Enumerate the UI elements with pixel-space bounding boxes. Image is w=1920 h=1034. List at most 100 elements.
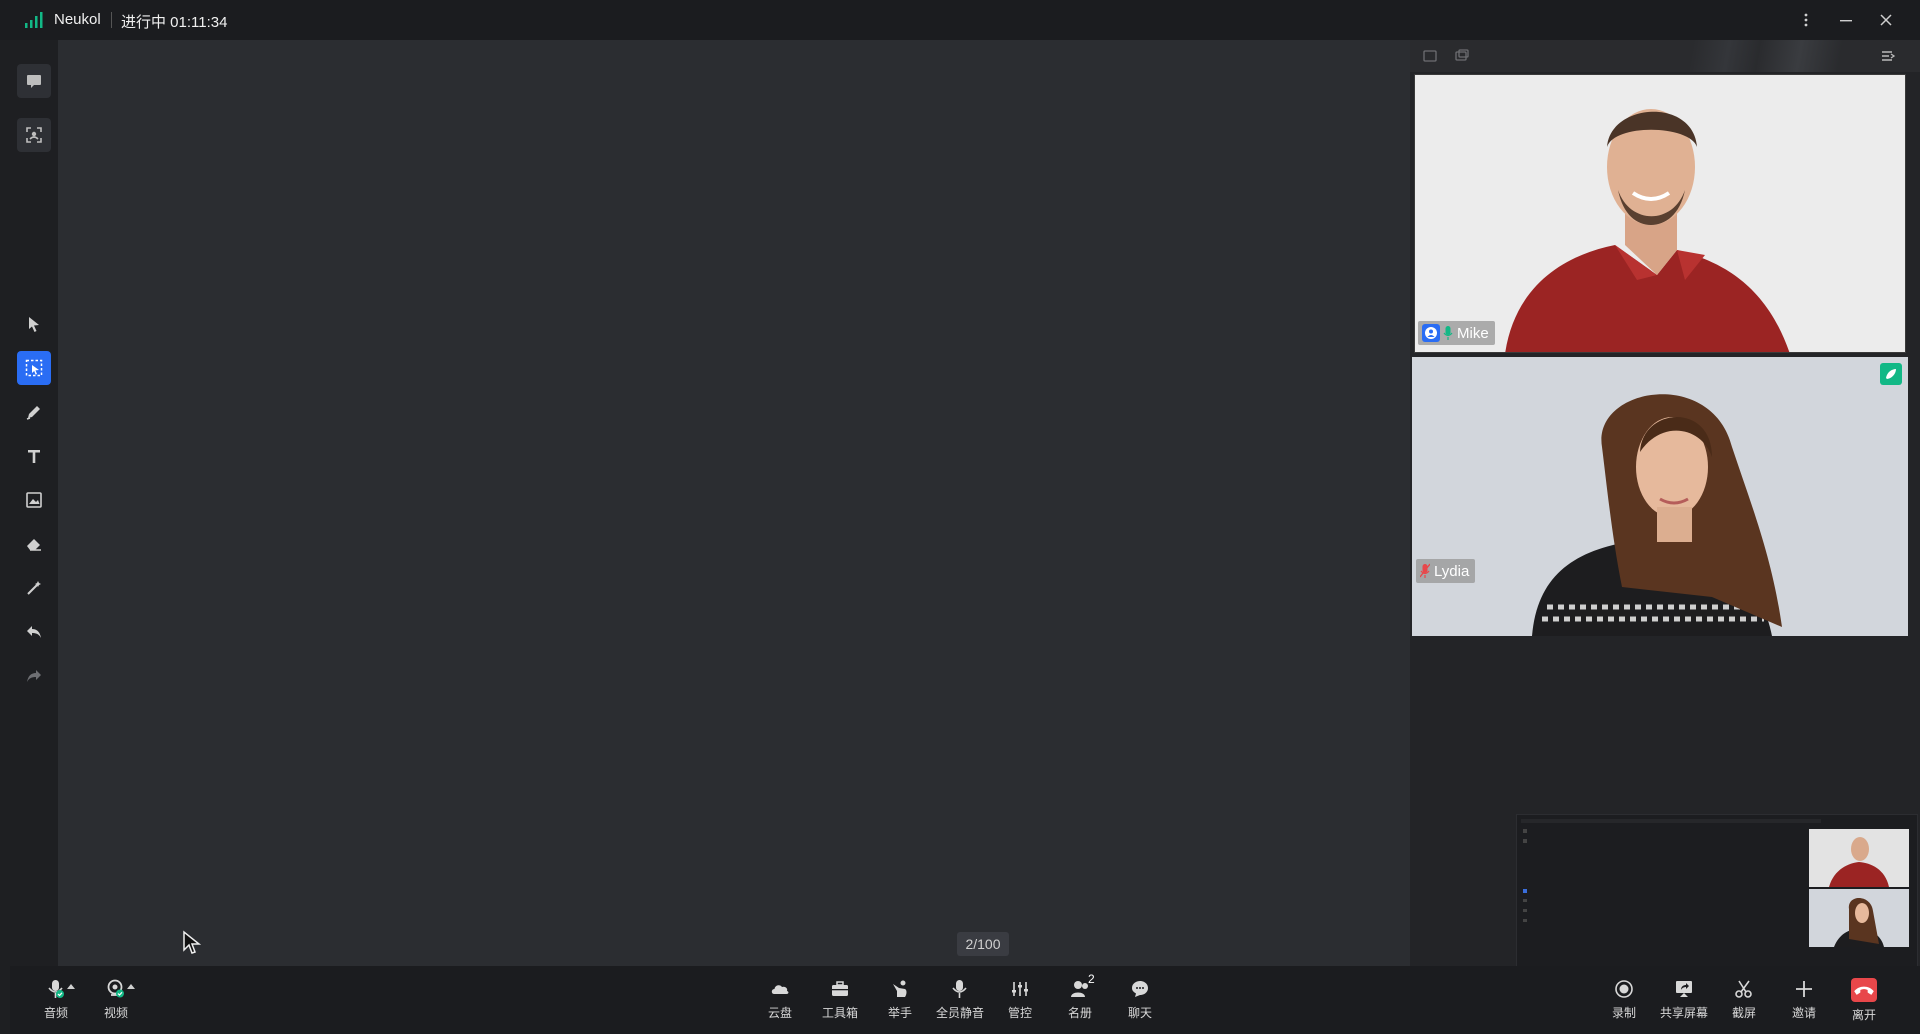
close-icon: [1880, 14, 1892, 26]
leave-label: 离开: [1851, 1008, 1876, 1022]
share-screen-icon: [1676, 981, 1692, 997]
controls-icon: [1012, 982, 1028, 996]
region-select-icon: [25, 359, 43, 377]
mouse-cursor-icon: [183, 930, 202, 954]
meeting-status: 进行中 01:11:34: [121, 14, 228, 31]
more-icon: [1804, 13, 1808, 27]
screenshot-button[interactable]: 截屏: [1716, 978, 1772, 1021]
gallery-view-icon[interactable]: [1422, 48, 1438, 64]
record-button[interactable]: 录制: [1596, 978, 1652, 1021]
face-frame-tool[interactable]: [17, 118, 51, 152]
image-tool[interactable]: [17, 483, 51, 517]
participant-name-lydia: Lydia: [1434, 562, 1470, 580]
select-tool[interactable]: [17, 307, 51, 341]
undo-icon: [27, 626, 41, 638]
roster-button[interactable]: 2 名册: [1052, 972, 1108, 1021]
mic-muted-icon: [1420, 563, 1430, 578]
video-label: 视频: [103, 1006, 128, 1020]
mute-all-label: 全员静音: [935, 1006, 984, 1020]
leave-button[interactable]: 离开: [1836, 978, 1892, 1023]
pen-tool[interactable]: [17, 395, 51, 429]
minimize-icon: [1840, 20, 1852, 22]
more-button[interactable]: [1792, 6, 1820, 34]
raise-hand-label: 举手: [887, 1006, 912, 1020]
text-tool[interactable]: [17, 439, 51, 473]
title-bar: Neukol 进行中 01:11:34: [0, 0, 1920, 40]
whiteboard-canvas[interactable]: [58, 40, 1410, 966]
title-divider: [111, 12, 112, 28]
eraser-tool[interactable]: [17, 527, 51, 561]
toolbox-label: 工具箱: [821, 1006, 858, 1020]
host-avatar-icon: [1422, 324, 1440, 342]
cloud-drive-button[interactable]: 云盘: [752, 978, 808, 1021]
mic-on-icon: [1443, 326, 1453, 340]
app-name: Neukol: [54, 11, 101, 28]
text-icon: [28, 450, 40, 463]
minimize-button[interactable]: [1832, 6, 1860, 34]
participant-name-mike: Mike: [1457, 324, 1489, 342]
cloud-icon: [771, 985, 789, 994]
signal-icon: [25, 12, 43, 28]
audio-label: 音频: [43, 1006, 68, 1020]
audio-button[interactable]: 音频: [28, 978, 84, 1021]
toolbox-icon: [832, 981, 848, 996]
magic-wand-icon: [27, 581, 41, 595]
close-button[interactable]: [1872, 6, 1900, 34]
audio-caret-icon[interactable]: [67, 984, 75, 989]
roster-label: 名册: [1067, 1006, 1092, 1020]
chat-button[interactable]: 聊天: [1112, 978, 1168, 1021]
collapse-panel-icon[interactable]: [1880, 48, 1896, 64]
roster-count: 2: [1088, 972, 1095, 986]
mini-thumb-lydia: [1809, 889, 1909, 947]
screen-chat-tool[interactable]: [17, 64, 51, 98]
share-screen-label: 共享屏幕: [1659, 1006, 1708, 1020]
leave-icon: [1851, 978, 1877, 1002]
invite-label: 邀请: [1791, 1006, 1816, 1020]
raise-hand-button[interactable]: 举手: [872, 978, 928, 1021]
raise-hand-icon: [893, 980, 907, 997]
screenshot-label: 截屏: [1731, 1006, 1756, 1020]
video-tile-lydia[interactable]: Lydia: [1412, 357, 1908, 636]
undo-tool[interactable]: [17, 615, 51, 649]
mic-icon: [48, 980, 64, 998]
record-icon: [1615, 980, 1633, 998]
chat-icon: [1132, 981, 1148, 997]
video-caret-icon[interactable]: [127, 984, 135, 989]
invite-button[interactable]: 邀请: [1776, 978, 1832, 1021]
share-screen-button[interactable]: 共享屏幕: [1656, 978, 1712, 1021]
redo-tool[interactable]: [17, 659, 51, 693]
region-select-tool[interactable]: [17, 351, 51, 385]
pen-icon: [26, 406, 40, 420]
mute-all-icon: [952, 980, 967, 998]
screenshot-icon: [1735, 980, 1752, 998]
mini-thumb-mike: [1809, 829, 1909, 887]
magic-wand-tool[interactable]: [17, 571, 51, 605]
toolbox-button[interactable]: 工具箱: [812, 978, 868, 1021]
participant-video-mike: [1415, 75, 1905, 352]
name-tag-lydia: Lydia: [1416, 559, 1476, 583]
name-tag-mike: Mike: [1418, 321, 1495, 345]
page-counter[interactable]: 2/100: [957, 932, 1009, 956]
invite-icon: [1796, 981, 1812, 997]
cloud-drive-label: 云盘: [767, 1006, 792, 1020]
eraser-icon: [27, 539, 41, 551]
redo-icon: [27, 670, 41, 682]
video-button[interactable]: 视频: [88, 978, 144, 1021]
left-toolbar: [10, 40, 58, 966]
mute-all-button[interactable]: 全员静音: [932, 978, 988, 1021]
bottom-toolbar: 音频 视频 云盘 工具箱 举手 全员静音 管控 2 名册 聊天 录制 共享屏幕 …: [10, 966, 1920, 1034]
panel-header: [1410, 40, 1920, 72]
image-icon: [26, 492, 42, 508]
camera-icon: [107, 979, 124, 998]
video-tile-mike[interactable]: Mike: [1414, 74, 1906, 353]
select-icon: [29, 317, 39, 332]
record-label: 录制: [1611, 1006, 1636, 1020]
speaking-badge: [1880, 363, 1902, 385]
controls-button[interactable]: 管控: [992, 978, 1048, 1021]
speaking-icon: [1886, 369, 1897, 380]
face-frame-icon: [26, 127, 42, 143]
chat-label: 聊天: [1127, 1006, 1152, 1020]
switch-view-icon[interactable]: [1454, 48, 1470, 64]
chat-screen-icon: [27, 75, 41, 88]
controls-label: 管控: [1007, 1006, 1032, 1020]
